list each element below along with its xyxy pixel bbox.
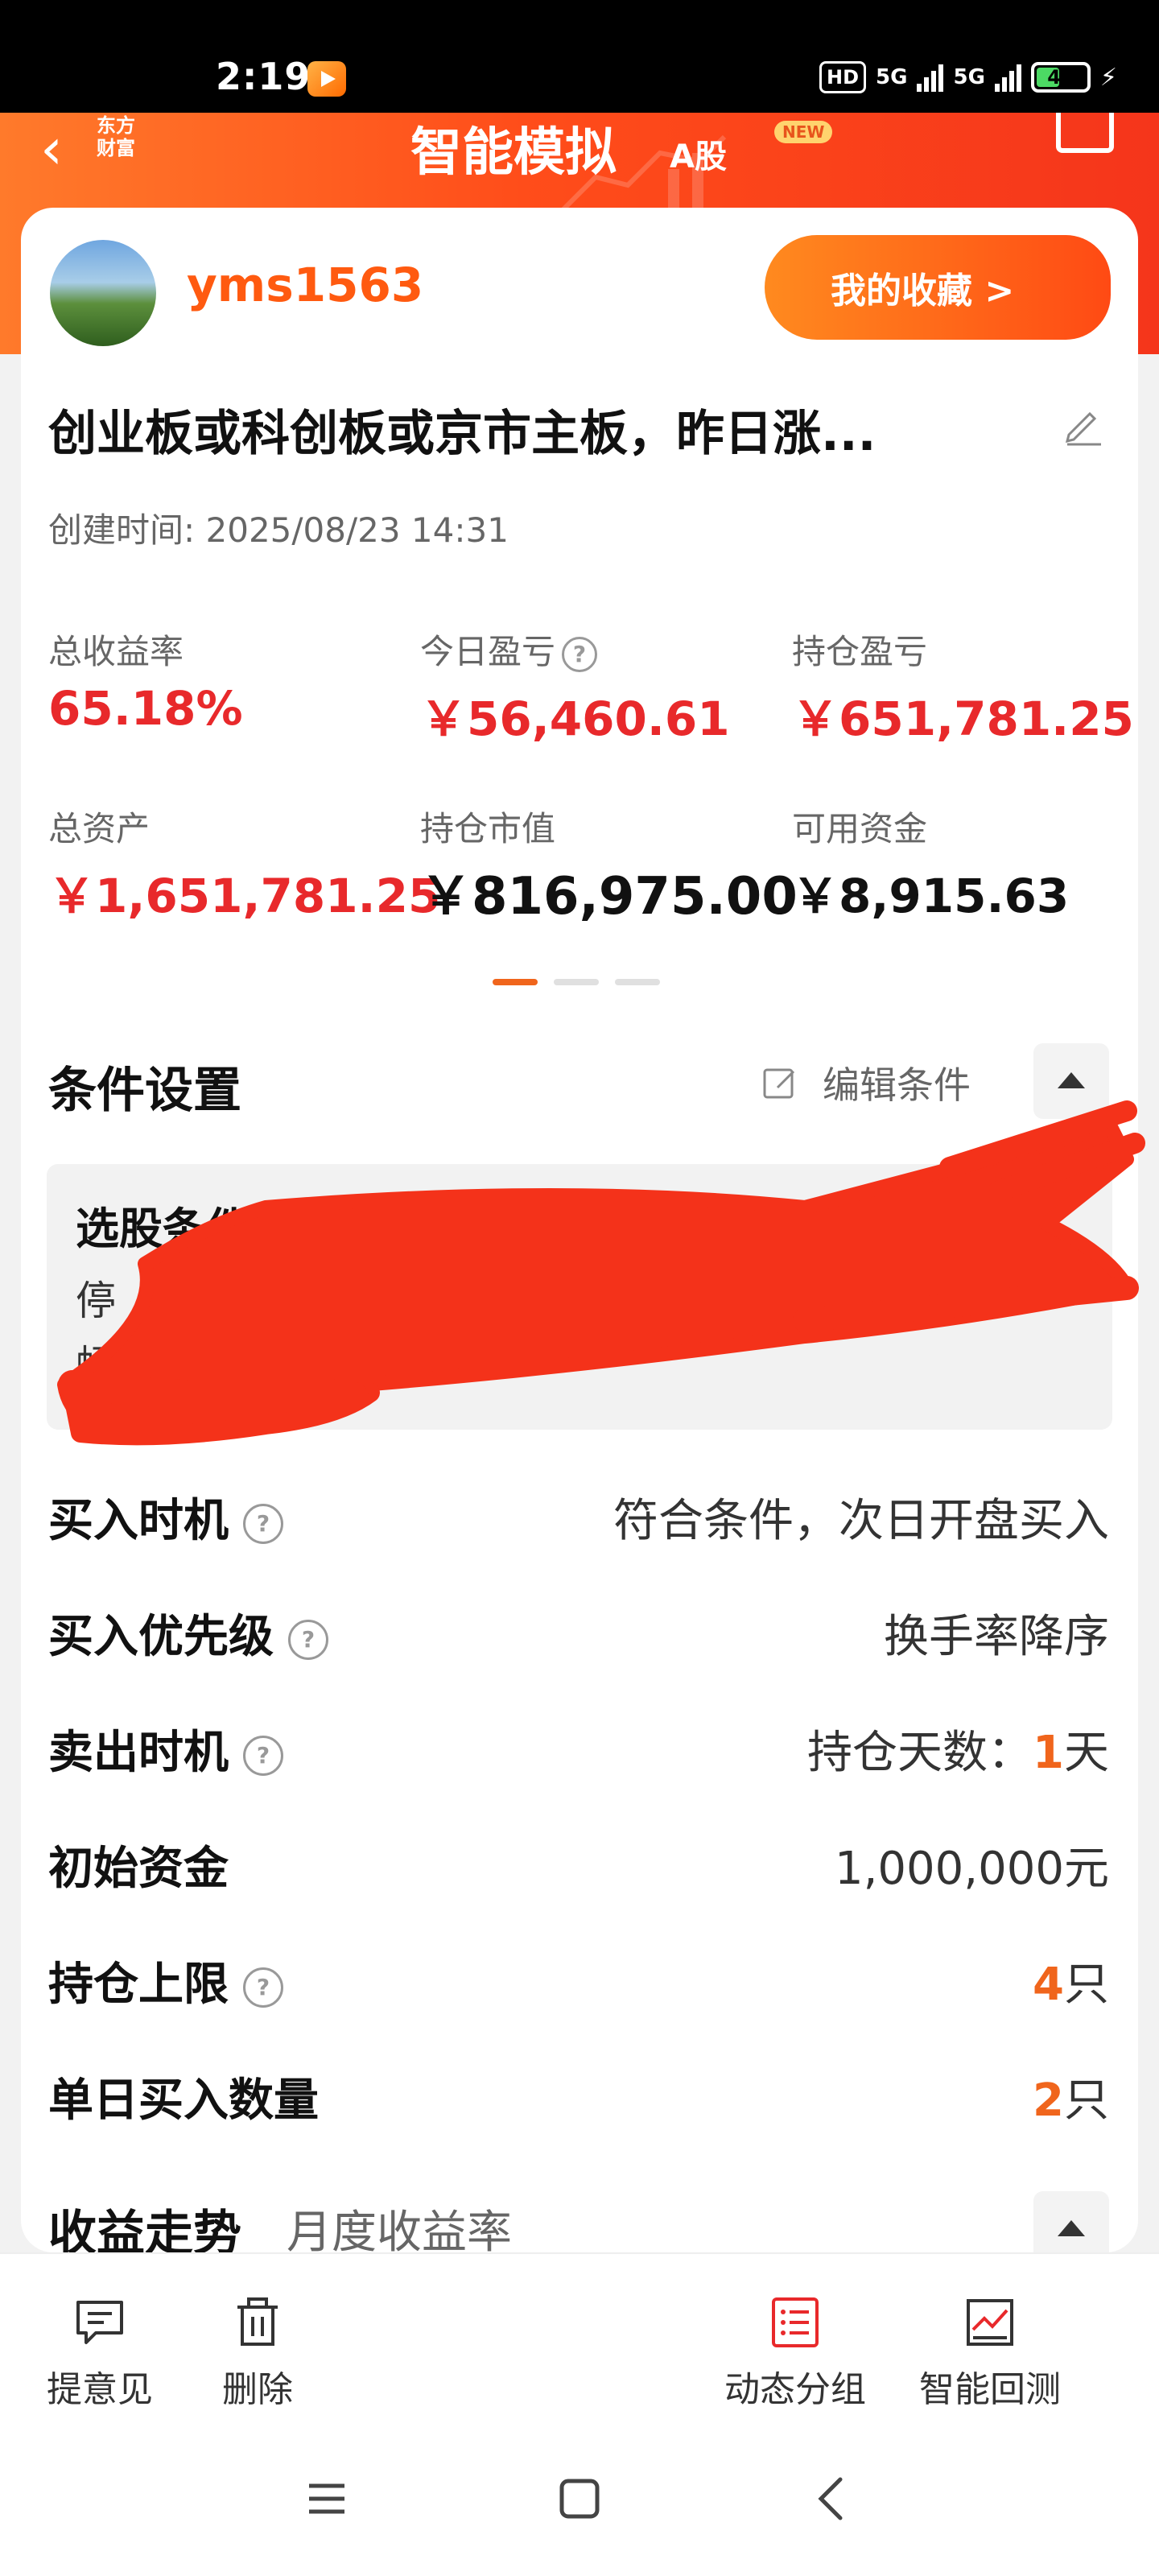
stat-label-total-return: 总收益率	[48, 632, 184, 671]
stat-label-market-value: 持仓市值	[420, 809, 556, 848]
status-bar: 2:19 HD 5G 5G 44 ⚡	[0, 0, 1159, 113]
collapse-conditions-button[interactable]	[1033, 1043, 1109, 1119]
stat-label-available-cash: 可用资金	[792, 809, 928, 848]
logo-line-2: 财富	[97, 137, 135, 159]
favorites-button[interactable]: 我的收藏 >	[765, 235, 1111, 340]
video-app-icon	[307, 61, 346, 97]
stat-label-position-pnl: 持仓盈亏	[792, 632, 928, 671]
delete-button[interactable]: 删除	[222, 2294, 293, 2412]
buy-priority-label: 买入优先级?	[48, 1600, 328, 1666]
battery-icon: 44	[1030, 62, 1091, 93]
help-icon[interactable]: ?	[243, 1503, 283, 1544]
initial-capital-value: 1,000,000元	[834, 1843, 1109, 1895]
selection-label: 选股条件：创业板或科	[76, 1203, 510, 1254]
buy-priority-value: 换手率降序	[884, 1611, 1109, 1663]
stat-value-today-pnl: ￥56,460.61	[420, 691, 730, 746]
menu-icon[interactable]	[304, 2476, 349, 2521]
edit-icon	[763, 1068, 795, 1099]
stat-value-position-pnl: ￥651,781.25	[792, 691, 1134, 746]
signal-icon-2	[994, 63, 1021, 92]
signal-icon	[917, 63, 944, 92]
position-limit-label: 持仓上限?	[48, 1948, 283, 2013]
buy-timing-value: 符合条件，次日开盘买入	[613, 1495, 1109, 1547]
chart-icon	[967, 2299, 1013, 2346]
edit-conditions-label: 编辑条件	[823, 1063, 971, 1107]
market-label: A股	[670, 138, 727, 175]
stat-value-total-return: 65.18%	[48, 681, 243, 736]
share-icon[interactable]	[1056, 113, 1114, 153]
backtest-label: 智能回测	[919, 2369, 1061, 2410]
dynamic-group-button[interactable]: 动态分组	[724, 2294, 866, 2412]
hd-icon: HD	[819, 61, 867, 93]
stat-value-market-value: ￥816,975.00	[420, 867, 798, 927]
page-indicator	[493, 979, 660, 985]
avatar[interactable]	[50, 240, 156, 346]
daily-buy-count-value: 2只	[1033, 2074, 1109, 2127]
feedback-label: 提意见	[47, 2369, 153, 2410]
help-icon[interactable]: ?	[288, 1619, 328, 1660]
initial-capital-label: 初始资金	[48, 1843, 229, 1895]
stat-label-total-assets: 总资产	[48, 809, 151, 848]
bottom-action-bar: 提意见 删除 动态分组 智能回测	[0, 2252, 1159, 2436]
home-icon[interactable]	[555, 2475, 604, 2523]
stat-value-available-cash: ￥8,915.63	[792, 869, 1070, 923]
network-label-1: 5G	[876, 65, 908, 89]
created-time: 创建时间: 2025/08/23 14:31	[48, 510, 509, 550]
feedback-button[interactable]: 提意见	[47, 2294, 153, 2412]
trash-icon	[237, 2297, 278, 2346]
status-indicators: HD 5G 5G 44 ⚡	[819, 61, 1117, 93]
page-title: 智能模拟	[410, 123, 617, 183]
sell-timing-value: 持仓天数：1天	[807, 1727, 1109, 1779]
dynamic-group-label: 动态分组	[724, 2369, 866, 2410]
new-badge: NEW	[774, 121, 833, 143]
list-icon	[772, 2297, 819, 2347]
selection-text-line-3: 幅	[76, 1342, 116, 1389]
edit-icon[interactable]	[1061, 402, 1106, 448]
clock: 2:19	[216, 55, 311, 98]
network-label-2: 5G	[953, 65, 985, 89]
help-icon[interactable]: ?	[243, 1967, 283, 2008]
brand-logo: 东方 财富	[97, 114, 135, 159]
position-limit-value: 4只	[1033, 1959, 1109, 2011]
buy-timing-label: 买入时机?	[48, 1484, 283, 1550]
strategy-name: 创业板或科创板或京市主板，昨日涨...	[48, 406, 876, 462]
delete-label: 删除	[222, 2369, 293, 2410]
battery-level: 44	[1047, 66, 1074, 89]
backtest-button[interactable]: 智能回测	[919, 2294, 1061, 2412]
stat-label-today-pnl: 今日盈亏?	[420, 625, 598, 674]
sell-timing-label: 卖出时机?	[48, 1716, 283, 1781]
charging-icon: ⚡	[1099, 63, 1117, 92]
selection-text-line-2: 停	[76, 1278, 116, 1324]
help-icon[interactable]: ?	[562, 636, 598, 672]
conditions-title: 条件设置	[48, 1063, 241, 1119]
logo-line-1: 东方	[97, 114, 135, 137]
username: yms1563	[187, 258, 424, 312]
edit-conditions-button[interactable]: 编辑条件	[761, 1056, 971, 1109]
feedback-icon	[76, 2301, 123, 2344]
back-icon[interactable]	[811, 2475, 852, 2523]
system-nav-bar	[0, 2436, 1159, 2576]
returns-subtitle[interactable]: 月度收益率	[287, 2196, 512, 2261]
daily-buy-count-label: 单日买入数量	[48, 2074, 319, 2127]
help-icon[interactable]: ?	[243, 1735, 283, 1776]
selection-conditions-box: 选股条件：创业板或科 停 幅	[47, 1164, 1112, 1430]
stat-value-total-assets: ￥1,651,781.25	[48, 869, 441, 923]
